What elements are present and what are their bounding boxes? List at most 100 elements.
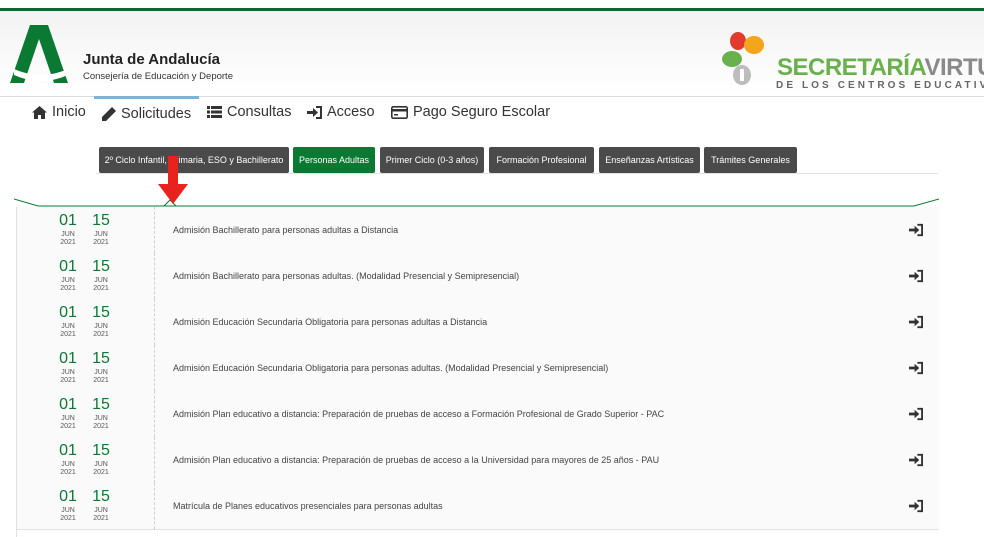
list-item[interactable]: 01 JUN 2021 15 JUN 2021 Admisión Plan educativ…	[17, 391, 939, 438]
annotation-arrow-down	[158, 156, 188, 204]
procedure-title[interactable]: Admisión Plan educativo a distancia: Pre…	[173, 437, 659, 483]
sign-in-icon[interactable]	[909, 499, 923, 513]
end-year: 2021	[93, 239, 109, 246]
date-range: 01 JUN 2021 15 JUN 2021	[17, 299, 155, 345]
end-date: 15 JUN 2021	[86, 305, 116, 339]
end-day: 15	[92, 442, 110, 459]
tabs-divider	[96, 173, 938, 174]
nav-item-consultas[interactable]: Consultas	[207, 97, 291, 127]
tab-tramites-generales[interactable]: Trámites Generales	[704, 147, 797, 173]
start-date: 01 JUN 2021	[53, 489, 83, 523]
sign-in-icon[interactable]	[909, 407, 923, 421]
procedure-title[interactable]: Admisión Bachillerato para personas adul…	[173, 207, 398, 253]
start-date: 01 JUN 2021	[53, 397, 83, 431]
end-day: 15	[92, 304, 110, 321]
start-date: 01 JUN 2021	[53, 259, 83, 293]
tab-primer-ciclo[interactable]: Primer Ciclo (0-3 años)	[380, 147, 484, 173]
main-nav: Inicio Solicitudes Consultas Acceso Pago…	[0, 96, 984, 129]
end-month: JUN	[94, 415, 108, 422]
list-item[interactable]: 01 JUN 2021 15 JUN 2021 Admisión Bachillerato …	[17, 253, 939, 300]
nav-label-acceso: Acceso	[327, 104, 375, 120]
sign-in-icon[interactable]	[909, 269, 923, 283]
tab-formacion-profesional[interactable]: Formación Profesional	[489, 147, 594, 173]
list-item[interactable]: 01 JUN 2021 15 JUN 2021 Admisión Bachillerato …	[17, 207, 939, 254]
end-day: 15	[92, 396, 110, 413]
procedure-title[interactable]: Matrícula de Planes educativos presencia…	[173, 483, 443, 529]
sign-in-icon	[307, 105, 322, 119]
end-day: 15	[92, 212, 110, 229]
tab-infantil-primaria-eso-bachillerato[interactable]: 2º Ciclo Infantil, Primaria, ESO y Bachi…	[99, 147, 289, 173]
list-item[interactable]: 01 JUN 2021 15 JUN 2021 Admisión Educación Sec…	[17, 299, 939, 346]
date-range: 01 JUN 2021 15 JUN 2021	[17, 391, 155, 437]
list-item[interactable]: 01 JUN 2021 15 JUN 2021 Admisión Educación Sec…	[17, 345, 939, 392]
nav-label-inicio: Inicio	[52, 104, 86, 120]
sign-in-icon[interactable]	[909, 453, 923, 467]
end-month: JUN	[94, 369, 108, 376]
nav-label-pago: Pago Seguro Escolar	[413, 104, 551, 120]
sv-title-part-b: VIRTUAL	[924, 54, 984, 81]
end-month: JUN	[94, 231, 108, 238]
procedure-title[interactable]: Admisión Educación Secundaria Obligatori…	[173, 345, 608, 391]
end-day: 15	[92, 488, 110, 505]
end-date: 15 JUN 2021	[86, 213, 116, 247]
start-month: JUN	[61, 369, 75, 376]
sv-title-part-a: SECRETARÍA	[777, 54, 925, 81]
date-range: 01 JUN 2021 15 JUN 2021	[17, 207, 155, 253]
end-month: JUN	[94, 461, 108, 468]
secretaria-virtual-logo[interactable]	[720, 31, 776, 95]
secretaria-virtual-title: SECRETARÍAVIRTUAL	[777, 54, 984, 82]
start-month: JUN	[61, 277, 75, 284]
date-range: 01 JUN 2021 15 JUN 2021	[17, 437, 155, 483]
date-range: 01 JUN 2021 15 JUN 2021	[17, 345, 155, 391]
procedure-title[interactable]: Admisión Educación Secundaria Obligatori…	[173, 299, 487, 345]
start-date: 01 JUN 2021	[53, 443, 83, 477]
nav-item-solicitudes[interactable]: Solicitudes	[94, 96, 200, 129]
nav-label-solicitudes: Solicitudes	[121, 106, 192, 122]
end-date: 15 JUN 2021	[86, 351, 116, 385]
start-year: 2021	[60, 285, 76, 292]
procedure-title[interactable]: Admisión Bachillerato para personas adul…	[173, 253, 519, 299]
date-range: 01 JUN 2021 15 JUN 2021	[17, 253, 155, 299]
tab-personas-adultas[interactable]: Personas Adultas	[293, 147, 375, 173]
sign-in-icon[interactable]	[909, 315, 923, 329]
end-day: 15	[92, 350, 110, 367]
nav-item-acceso[interactable]: Acceso	[307, 97, 375, 127]
pencil-icon	[102, 107, 116, 121]
start-day: 01	[59, 442, 77, 459]
credit-card-icon	[391, 105, 408, 119]
end-month: JUN	[94, 323, 108, 330]
start-date: 01 JUN 2021	[53, 351, 83, 385]
list-icon	[207, 106, 222, 118]
start-month: JUN	[61, 231, 75, 238]
end-date: 15 JUN 2021	[86, 489, 116, 523]
end-day: 15	[92, 258, 110, 275]
start-year: 2021	[60, 469, 76, 476]
start-date: 01 JUN 2021	[53, 305, 83, 339]
start-year: 2021	[60, 423, 76, 430]
start-day: 01	[59, 488, 77, 505]
start-year: 2021	[60, 377, 76, 384]
home-icon	[32, 105, 47, 119]
start-day: 01	[59, 396, 77, 413]
procedure-title[interactable]: Admisión Plan educativo a distancia: Pre…	[173, 391, 664, 437]
sign-in-icon[interactable]	[909, 223, 923, 237]
nav-item-pago-seguro-escolar[interactable]: Pago Seguro Escolar	[391, 97, 550, 127]
start-month: JUN	[61, 323, 75, 330]
end-date: 15 JUN 2021	[86, 397, 116, 431]
procedure-list: 01 JUN 2021 15 JUN 2021 Admisión Bachillerato …	[16, 207, 939, 537]
start-day: 01	[59, 350, 77, 367]
start-year: 2021	[60, 239, 76, 246]
start-month: JUN	[61, 507, 75, 514]
end-year: 2021	[93, 331, 109, 338]
start-day: 01	[59, 258, 77, 275]
date-range: 01 JUN 2021 15 JUN 2021	[17, 483, 155, 529]
start-date: 01 JUN 2021	[53, 213, 83, 247]
start-month: JUN	[61, 461, 75, 468]
list-item[interactable]: 01 JUN 2021 15 JUN 2021 Admisión Plan educativ…	[17, 437, 939, 484]
junta-andalucia-logo[interactable]	[10, 25, 72, 83]
org-name: Junta de Andalucía	[83, 51, 220, 68]
sign-in-icon[interactable]	[909, 361, 923, 375]
nav-item-inicio[interactable]: Inicio	[32, 97, 86, 127]
tab-ensenanzas-artisticas[interactable]: Enseñanzas Artísticas	[599, 147, 700, 173]
list-item[interactable]: 01 JUN 2021 15 JUN 2021 Matrícula de Planes ed…	[17, 483, 939, 530]
